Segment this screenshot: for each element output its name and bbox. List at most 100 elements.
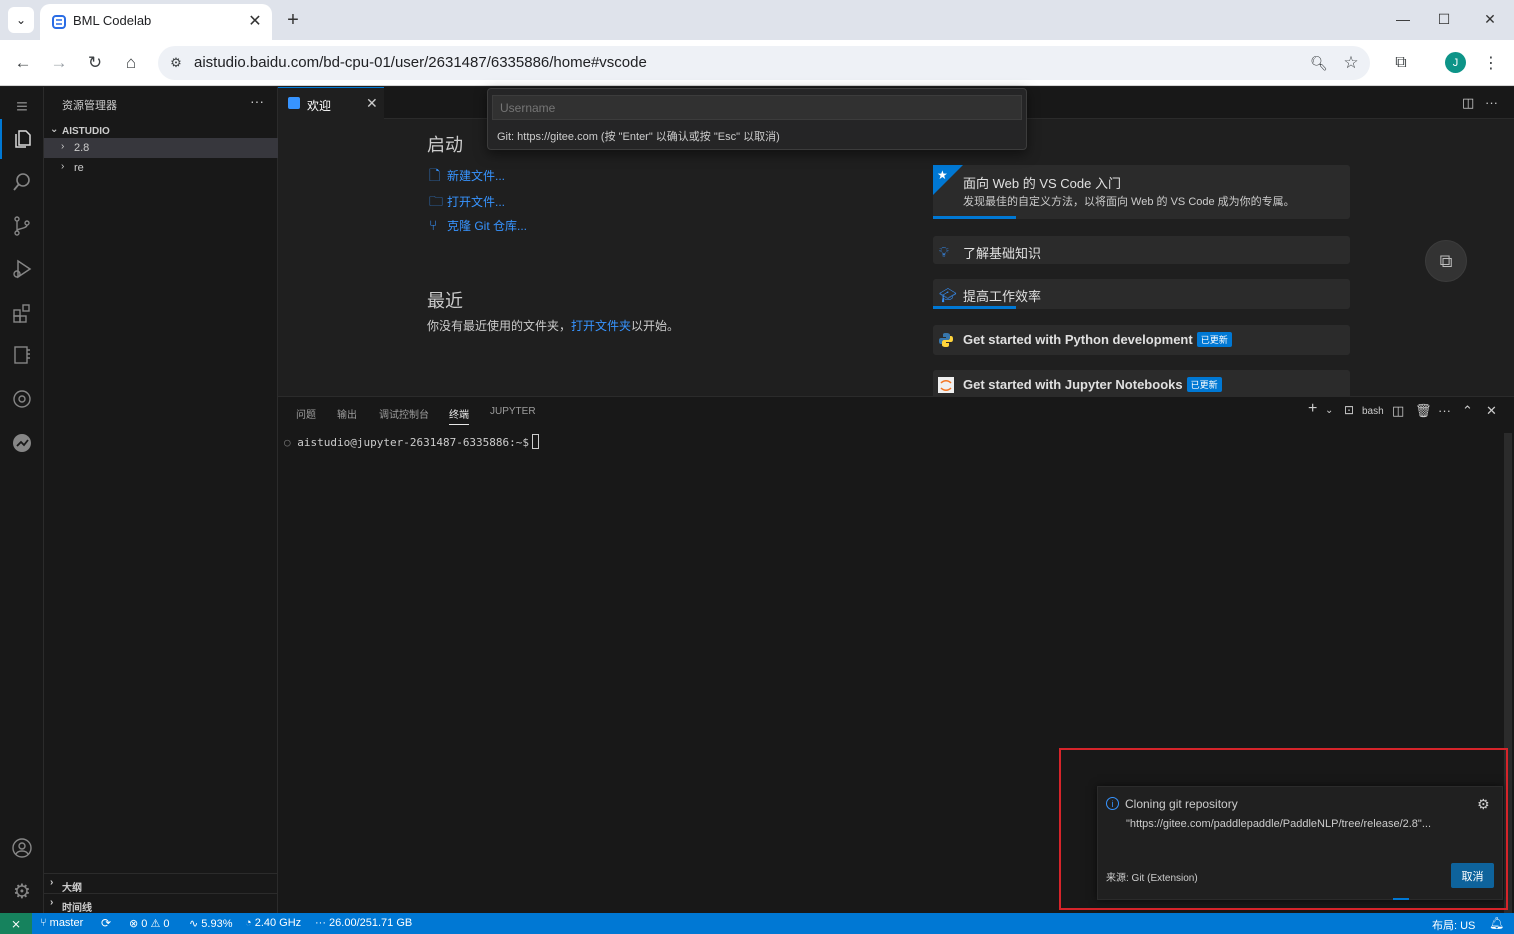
notifications-bell-icon[interactable]: 🔔︎ [1489,916,1504,930]
terminal-shell-icon: ⊡ [1344,403,1355,417]
folder-re[interactable]: › re [44,158,278,178]
remote-indicator-icon[interactable]: ⨯ [0,913,32,934]
tab-jupyter[interactable]: JUPYTER [490,406,536,417]
tab-problems[interactable]: 问题 [296,406,316,421]
notebook-icon[interactable] [0,335,44,375]
updated-badge: 已更新 [1196,332,1232,347]
home-icon[interactable]: ⌂ [118,50,144,76]
open-file-link[interactable]: 🗀 打开文件... [429,191,505,215]
kill-terminal-icon[interactable]: 🗑︎ [1415,403,1432,419]
walkthrough-jupyter[interactable]: Get started with Jupyter Notebooks 已更新 [933,370,1350,396]
browser-tab[interactable]: BML Codelab ✕ [40,4,272,40]
walkthrough-progress [933,306,1016,309]
chart-panel-icon[interactable] [0,423,44,463]
branch-status[interactable]: ⑂ master [40,917,83,929]
terminal-output[interactable]: ○ aistudio@jupyter-2631487-6335886:~$ [284,434,540,449]
tab-terminal[interactable]: 终端 [449,406,469,425]
clone-git-label: 克隆 Git 仓库... [447,219,528,233]
new-file-icon: 🗋 [429,167,441,183]
extensions-icon[interactable]: ⧉ [1388,50,1414,76]
remote-explorer-icon[interactable] [0,379,44,419]
accounts-icon[interactable] [0,828,44,868]
forward-arrow-icon[interactable]: → [46,50,72,76]
vscode-window: ≡ ⚙ 资源管理器 ··· ⌄ AISTUDIO › 2.8 › re › 大纲… [0,87,1514,934]
git-branch-icon: ⑂ [429,217,438,233]
chevron-down-icon: ⌄ [50,124,59,135]
open-folder-link[interactable]: 打开文件夹 [571,319,631,333]
tab-search-chevron-icon[interactable]: ⌄ [8,7,34,33]
minimize-icon[interactable]: — [1388,6,1418,32]
tab-debug-console[interactable]: 调试控制台 [379,406,429,421]
split-terminal-icon[interactable]: ◫ [1392,403,1404,419]
walkthrough-web-vscode[interactable]: ★ 面向 Web 的 VS Code 入门 发现最佳的自定义方法，以将面向 We… [933,165,1350,219]
activity-bar: ≡ ⚙ [0,87,44,913]
explorer-icon[interactable] [0,119,44,159]
recent-text-pre: 你没有最近使用的文件夹， [427,319,572,333]
reload-icon[interactable]: ↻ [82,50,108,76]
folder-label: 2.8 [74,142,90,154]
split-editor-icon[interactable]: ◫ [1462,95,1474,111]
floating-action-icon[interactable]: ⧉ [1425,240,1467,282]
source-control-icon[interactable] [0,206,44,246]
maximize-panel-icon[interactable]: ⌃ [1462,403,1473,419]
updated-badge: 已更新 [1186,377,1222,392]
jupyter-logo-icon [938,377,954,393]
featured-star-icon: ★ [933,165,963,195]
quick-input-hint: Git: https://gitee.com (按 "Enter" 以确认或按 … [497,131,780,143]
extensions-view-icon[interactable] [0,293,44,333]
chevron-right-icon: › [61,141,65,152]
recent-text-post: 以开始。 [631,319,680,333]
address-bar[interactable]: ⚙ aistudio.baidu.com/bd-cpu-01/user/2631… [158,46,1370,80]
terminal-shell-name[interactable]: bash [1362,406,1384,417]
back-arrow-icon[interactable]: ← [10,50,36,76]
maximize-icon[interactable]: ☐ [1429,6,1459,32]
editor-more-icon[interactable]: ··· [1485,95,1498,110]
quick-input-widget: Git: https://gitee.com (按 "Enter" 以确认或按 … [487,88,1027,150]
terminal-dropdown-chevron-icon[interactable]: ⌄ [1325,405,1333,416]
problems-status[interactable]: ⊗ 0 ⚠ 0 [129,917,170,930]
memory-status[interactable]: ··· 26.00/251.71 GB [315,917,412,929]
branch-name: master [49,917,84,929]
new-file-link[interactable]: 🗋 新建文件... [429,165,505,189]
vscode-welcome-icon [288,97,300,109]
new-tab-button[interactable]: + [280,7,306,33]
cpu-status[interactable]: ∿ 5.93% [189,917,232,930]
walkthrough-title-text: Get started with Python development [963,332,1193,347]
folder-label: re [74,162,84,174]
close-tab-icon[interactable]: ✕ [366,95,378,112]
lightbulb-icon: 💡︎ [939,244,949,260]
browser-menu-icon[interactable]: ⋮ [1480,50,1502,76]
url-text[interactable]: aistudio.baidu.com/bd-cpu-01/user/263148… [194,54,647,71]
browser-toolbar: ← → ↻ ⌂ ⚙ aistudio.baidu.com/bd-cpu-01/u… [0,40,1514,86]
walkthrough-python[interactable]: Get started with Python development 已更新 [933,325,1350,355]
walkthrough-title: 面向 Web 的 VS Code 入门 [963,176,1121,191]
sync-icon[interactable]: ⟳ [101,916,111,930]
walkthrough-basics[interactable]: 💡︎ 了解基础知识 [933,236,1350,264]
panel-more-icon[interactable]: ··· [1438,403,1451,418]
close-panel-icon[interactable]: ✕ [1486,403,1497,419]
profile-avatar[interactable]: J [1445,52,1466,73]
cpu-frequency: 2.40 GHz [254,917,302,929]
freq-status[interactable]: ◔ 2.40 GHz [245,917,301,929]
tab-output[interactable]: 输出 [337,406,357,421]
site-info-icon[interactable]: ⚙ [166,53,186,73]
zoom-icon[interactable]: 🔍︎ [1308,52,1330,74]
close-tab-icon[interactable]: ✕ [244,10,266,32]
manage-gear-icon[interactable]: ⚙ [0,871,44,911]
outline-label: 大纲 [62,883,82,894]
new-terminal-plus-icon[interactable]: + [1308,400,1317,418]
walkthrough-productivity[interactable]: 🎓︎ 提高工作效率 [933,279,1350,309]
folder-2.8[interactable]: › 2.8 [44,138,278,158]
search-icon[interactable] [0,162,44,202]
username-input[interactable] [492,95,1022,120]
outline-section[interactable]: › 大纲 [44,873,278,894]
tab-welcome-label: 欢迎 [307,99,332,113]
keyboard-layout[interactable]: 布局: US [1432,917,1475,933]
explorer-more-icon[interactable]: ··· [250,93,264,109]
timeline-section[interactable]: › 时间线 [44,893,278,914]
tab-welcome[interactable]: 欢迎 ✕ [278,87,384,119]
run-debug-icon[interactable] [0,249,44,289]
close-window-icon[interactable]: ✕ [1475,6,1505,32]
bookmark-star-icon[interactable]: ☆ [1340,52,1362,74]
clone-git-link[interactable]: ⑂ 克隆 Git 仓库... [429,217,527,234]
